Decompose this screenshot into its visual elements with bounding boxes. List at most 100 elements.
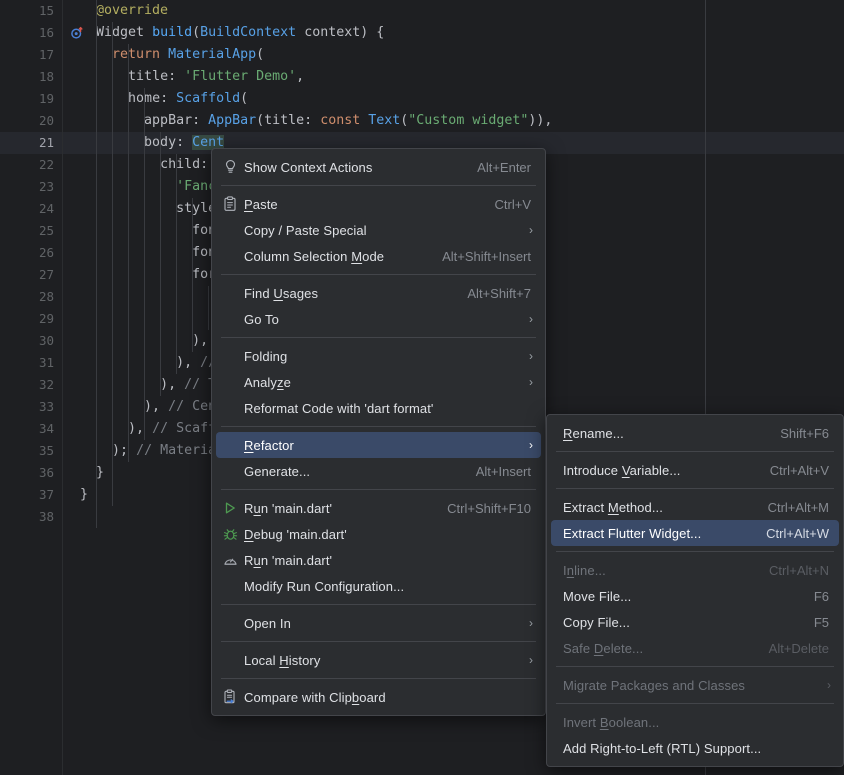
gutter-line-number[interactable]: 28 (0, 286, 62, 308)
code-line[interactable]: title: 'Flutter Demo', (63, 66, 844, 88)
gutter-line-number[interactable]: 23 (0, 176, 62, 198)
menu-item-label: Show Context Actions (244, 159, 373, 175)
menu-item-label: Add Right-to-Left (RTL) Support... (563, 740, 762, 756)
menu-item-label: Column Selection Mode (244, 248, 385, 264)
code-line[interactable]: home: Scaffold( (63, 88, 844, 110)
gutter-line-number[interactable]: 26 (0, 242, 62, 264)
menu-item-paste[interactable]: Paste Ctrl+V (216, 191, 541, 217)
gutter-line-number[interactable]: 25 (0, 220, 62, 242)
editor-gutter[interactable]: 15 16 17 18 19 20 21 22 23 24 25 26 27 28 29 30 31 32 33 3… (0, 0, 83, 775)
code-line[interactable]: appBar: AppBar(title: const Text("Custom… (63, 110, 844, 132)
menu-item-rename[interactable]: Rename... Shift+F6 (551, 420, 839, 446)
gutter-line-number[interactable]: 18 (0, 66, 62, 88)
menu-item-shortcut: F6 (813, 588, 829, 604)
menu-item-profile-main-dart[interactable]: Run 'main.dart' (216, 547, 541, 573)
menu-item-icon-slot (216, 432, 244, 458)
gutter-line-number[interactable]: 17 (0, 44, 62, 66)
menu-item-debug-main-dart[interactable]: Debug 'main.dart' (216, 521, 541, 547)
gutter-line-number[interactable]: 16 (0, 22, 83, 44)
menu-item-shortcut: Ctrl+Alt+M (767, 499, 829, 515)
menu-item-shortcut: F5 (813, 614, 829, 630)
menu-item-label: Open In (244, 615, 291, 631)
code-line[interactable]: @override (63, 0, 844, 22)
menu-separator (556, 451, 834, 452)
menu-item-label: Local History (244, 652, 321, 668)
menu-item-refactor[interactable]: Refactor › (216, 432, 541, 458)
code-line[interactable]: Widget build(BuildContext context) { (63, 22, 844, 44)
gutter-line-number[interactable]: 15 (0, 0, 62, 22)
gutter-line-number[interactable]: 27 (0, 264, 62, 286)
menu-item-add-rtl-support[interactable]: Add Right-to-Left (RTL) Support... (551, 735, 839, 761)
menu-item-safe-delete: Safe Delete... Alt+Delete (551, 635, 839, 661)
menu-item-label: Rename... (563, 425, 624, 441)
gutter-line-number[interactable]: 19 (0, 88, 62, 110)
menu-item-extract-method[interactable]: Extract Method... Ctrl+Alt+M (551, 494, 839, 520)
menu-separator (221, 641, 536, 642)
menu-item-modify-run-configuration[interactable]: Modify Run Configuration... (216, 573, 541, 599)
gutter-line-number[interactable]: 34 (0, 418, 62, 440)
menu-item-introduce-variable[interactable]: Introduce Variable... Ctrl+Alt+V (551, 457, 839, 483)
menu-item-find-usages[interactable]: Find Usages Alt+Shift+7 (216, 280, 541, 306)
menu-item-label: Analyze (244, 374, 291, 390)
menu-item-shortcut: Shift+F6 (780, 425, 829, 441)
menu-item-icon-slot (216, 243, 244, 269)
menu-item-icon-slot (551, 557, 563, 583)
menu-item-reformat-code[interactable]: Reformat Code with 'dart format' (216, 395, 541, 421)
menu-item-shortcut: Alt+Shift+Insert (442, 248, 531, 264)
gutter-line-number[interactable]: 24 (0, 198, 62, 220)
refactor-submenu[interactable]: Rename... Shift+F6 Introduce Variable... Ct… (546, 414, 844, 767)
chevron-right-icon: › (529, 312, 533, 326)
editor-context-menu[interactable]: Show Context Actions Alt+Enter Paste Ctrl+… (211, 148, 546, 716)
gutter-line-number[interactable]: 22 (0, 154, 62, 176)
gutter-line-number[interactable]: 35 (0, 440, 62, 462)
menu-item-column-selection-mode[interactable]: Column Selection Mode Alt+Shift+Insert (216, 243, 541, 269)
gutter-line-number[interactable]: 20 (0, 110, 62, 132)
menu-item-icon-slot (216, 610, 244, 636)
chevron-right-icon: › (529, 223, 533, 237)
menu-item-shortcut: Ctrl+V (494, 196, 531, 212)
menu-item-label: Folding (244, 348, 288, 364)
menu-item-copy-file[interactable]: Copy File... F5 (551, 609, 839, 635)
chevron-right-icon: › (529, 616, 533, 630)
menu-item-folding[interactable]: Folding › (216, 343, 541, 369)
menu-item-move-file[interactable]: Move File... F6 (551, 583, 839, 609)
menu-separator (221, 274, 536, 275)
menu-item-show-context-actions[interactable]: Show Context Actions Alt+Enter (216, 154, 541, 180)
gutter-line-number[interactable]: 37 (0, 484, 62, 506)
menu-item-shortcut: Ctrl+Alt+V (769, 462, 829, 478)
menu-separator (221, 604, 536, 605)
menu-item-icon-slot (551, 709, 563, 735)
gutter-line-number[interactable]: 30 (0, 330, 62, 352)
menu-item-label: Move File... (563, 588, 632, 604)
menu-item-go-to[interactable]: Go To › (216, 306, 541, 332)
gutter-line-number[interactable]: 38 (0, 506, 62, 528)
menu-item-label: Extract Flutter Widget... (563, 525, 702, 541)
menu-item-icon-slot (216, 343, 244, 369)
menu-item-extract-flutter-widget[interactable]: Extract Flutter Widget... Ctrl+Alt+W (551, 520, 839, 546)
menu-item-icon-slot (551, 457, 563, 483)
menu-item-local-history[interactable]: Local History › (216, 647, 541, 673)
gutter-line-number[interactable]: 21 (0, 132, 62, 154)
gutter-line-number[interactable]: 31 (0, 352, 62, 374)
ide-window: 15 16 17 18 19 20 21 22 23 24 25 26 27 28 29 30 31 32 33 3… (0, 0, 844, 775)
menu-item-run-main-dart[interactable]: Run 'main.dart' Ctrl+Shift+F10 (216, 495, 541, 521)
menu-item-label: Extract Method... (563, 499, 663, 515)
menu-item-copy-paste-special[interactable]: Copy / Paste Special › (216, 217, 541, 243)
code-line[interactable]: return MaterialApp( (63, 44, 844, 66)
menu-item-compare-with-clipboard[interactable]: Compare with Clipboard (216, 684, 541, 710)
chevron-right-icon: › (529, 375, 533, 389)
menu-item-icon-slot (216, 458, 244, 484)
menu-item-icon-slot (551, 672, 563, 698)
menu-item-analyze[interactable]: Analyze › (216, 369, 541, 395)
chevron-right-icon: › (827, 678, 831, 692)
menu-item-label: Run 'main.dart' (244, 500, 333, 516)
gutter-line-number[interactable]: 33 (0, 396, 62, 418)
gutter-line-number[interactable]: 32 (0, 374, 62, 396)
menu-item-generate[interactable]: Generate... Alt+Insert (216, 458, 541, 484)
menu-separator (556, 666, 834, 667)
menu-item-icon-slot (216, 306, 244, 332)
menu-item-label: Migrate Packages and Classes (563, 677, 746, 693)
menu-item-open-in[interactable]: Open In › (216, 610, 541, 636)
gutter-line-number[interactable]: 29 (0, 308, 62, 330)
gutter-line-number[interactable]: 36 (0, 462, 62, 484)
